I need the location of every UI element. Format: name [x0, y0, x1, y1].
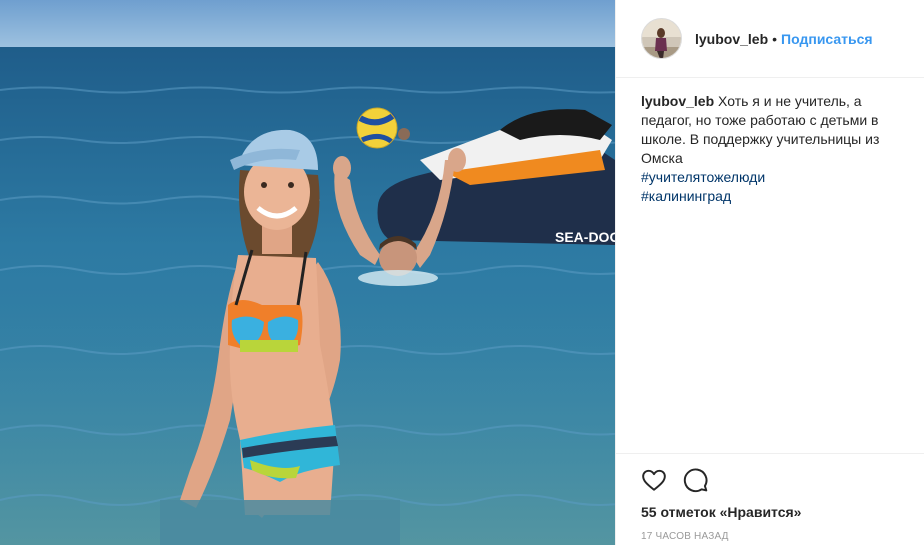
post-header: lyubov_leb • Подписаться [616, 0, 924, 78]
distant-swimmer [398, 128, 410, 140]
post-timestamp[interactable]: 17 часов назад [641, 531, 924, 542]
comment-icon[interactable] [683, 467, 709, 493]
post-footer: 55 отметок «Нравится» 17 часов назад [616, 453, 924, 542]
header-username[interactable]: lyubov_leb [695, 31, 768, 47]
heart-icon[interactable] [641, 467, 667, 493]
post-photo[interactable]: SEA-DOO [0, 0, 615, 545]
header-text: lyubov_leb • Подписаться [695, 31, 873, 47]
caption-username[interactable]: lyubov_leb [641, 93, 714, 109]
beach-photo-illustration: SEA-DOO [0, 0, 615, 545]
avatar-image [642, 19, 681, 58]
jetski-brand: SEA-DOO [555, 229, 615, 245]
avatar[interactable] [641, 18, 682, 59]
action-bar [641, 458, 924, 502]
likes-count[interactable]: 55 отметок «Нравится» [641, 504, 924, 520]
header-separator: • [772, 30, 778, 47]
follow-button[interactable]: Подписаться [781, 31, 873, 47]
post-caption: lyubov_leb Хоть я и не учитель, а педаго… [616, 78, 924, 206]
instagram-post: SEA-DOO lyubov_leb • Подписаться lyubov_… [0, 0, 924, 545]
hashtag-link[interactable]: #учителятожелюди [641, 168, 902, 187]
post-side-panel: lyubov_leb • Подписаться lyubov_leb Хоть я… [615, 0, 924, 545]
hashtag-link[interactable]: #калининград [641, 187, 902, 206]
volleyball [356, 107, 398, 149]
